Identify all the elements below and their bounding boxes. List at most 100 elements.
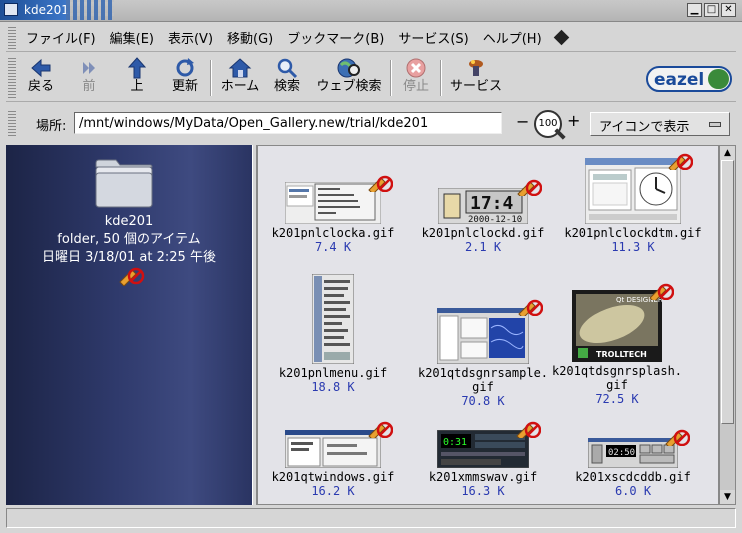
svg-text:TROLLTECH: TROLLTECH xyxy=(596,350,647,359)
locationbar-grip[interactable] xyxy=(8,110,16,136)
stop-button[interactable]: 停止 xyxy=(400,57,432,99)
file-name: k201xscdcddb.gif xyxy=(575,470,691,484)
web-search-button[interactable]: ウェブ検索 xyxy=(314,57,384,99)
file-name: k201xmmswav.gif xyxy=(428,470,538,484)
menu-bar: ファイル(F) 編集(E) 表示(V) 移動(G) ブックマーク(B) サービス… xyxy=(6,24,736,52)
toolbar-separator xyxy=(440,60,442,96)
no-write-emblem-icon xyxy=(518,299,543,316)
file-icon-item[interactable]: k201pnlmenu.gif 18.8 K xyxy=(258,273,408,395)
up-button[interactable]: 上 xyxy=(124,57,150,99)
toolbar-grip[interactable] xyxy=(8,58,16,98)
window-title: kde201 xyxy=(24,3,69,17)
status-bar xyxy=(6,508,736,528)
file-size: 6.0 K xyxy=(614,484,652,498)
menu-help[interactable]: ヘルプ(H) xyxy=(479,28,552,47)
window-menu-icon[interactable] xyxy=(4,3,18,16)
svg-text:0:31: 0:31 xyxy=(443,437,467,448)
back-button[interactable]: 戻る xyxy=(24,57,58,99)
file-size: 7.4 K xyxy=(314,240,352,254)
eazel-logo: eazel xyxy=(646,66,732,92)
file-thumbnail: 02:50 xyxy=(587,429,690,469)
title-bar[interactable]: kde201 ▁ □ ✕ xyxy=(0,0,742,22)
menu-go[interactable]: 移動(G) xyxy=(223,28,283,47)
file-thumbnail xyxy=(584,153,693,225)
reload-icon xyxy=(168,57,202,79)
folder-icon[interactable] xyxy=(92,153,156,211)
file-name: k201pnlclockdtm.gif xyxy=(564,226,702,240)
no-write-emblem-icon xyxy=(517,179,542,196)
vertical-scrollbar[interactable]: ▲ ▼ xyxy=(719,145,736,505)
sidebar-folder-date: 日曜日 3/18/01 at 2:25 午後 xyxy=(42,250,216,265)
menu-file[interactable]: ファイル(F) xyxy=(22,28,106,47)
home-button[interactable]: ホーム xyxy=(216,57,264,99)
file-icon-item[interactable]: 0:31 k201xmmswav.gif 16.3 K xyxy=(408,421,558,499)
window-title-tab[interactable]: kde201 xyxy=(0,0,69,20)
file-icon-item[interactable]: 02:50 k201xscdcddb.gif 6.0 K xyxy=(558,429,708,499)
zoom-out-button[interactable]: − xyxy=(516,112,529,131)
forward-arrow-icon xyxy=(74,57,104,79)
file-icon-item[interactable]: k201pnlclockdtm.gif 11.3 K xyxy=(558,153,708,255)
file-thumbnail: 0:31 xyxy=(436,421,541,469)
file-name-line1: k201qtdsgnrsplash. xyxy=(551,364,683,378)
menubar-grip[interactable] xyxy=(8,27,16,49)
stop-icon xyxy=(400,57,432,79)
menu-services[interactable]: サービス(S) xyxy=(394,28,478,47)
file-icon-item[interactable]: Qt DESIGNER TROLLTECH k201qtdsgnrsplash.… xyxy=(542,283,692,407)
file-thumbnail xyxy=(284,421,393,469)
svg-text:02:50: 02:50 xyxy=(608,448,635,458)
services-label: サービス xyxy=(449,79,502,94)
sidebar: kde201 folder, 50 個のアイテム 日曜日 3/18/01 at … xyxy=(6,145,252,505)
toolbar: 戻る 前 上 更新 ホーム 検索 ウェブ検索 停止 サービス eazel xyxy=(6,54,736,102)
zoom-in-button[interactable]: + xyxy=(567,111,580,130)
search-button[interactable]: 検索 xyxy=(272,57,302,99)
file-name-line1: k201qtdsgnrsample. xyxy=(417,366,549,380)
file-thumbnail: 17:4 2000-12-10 xyxy=(437,179,542,225)
view-as-selector[interactable]: アイコンで表示 xyxy=(590,112,730,136)
file-name: k201pnlclocka.gif xyxy=(271,226,395,240)
close-button[interactable]: ✕ xyxy=(721,3,736,17)
svg-text:2000-12-10: 2000-12-10 xyxy=(468,215,522,224)
svg-text:eazel: eazel xyxy=(654,70,704,90)
stop-label: 停止 xyxy=(402,79,429,94)
web-search-label: ウェブ検索 xyxy=(316,79,382,94)
menu-edit[interactable]: 編集(E) xyxy=(106,28,164,47)
option-menu-indicator-icon xyxy=(709,122,721,127)
file-size: 2.1 K xyxy=(464,240,502,254)
toolbar-separator xyxy=(210,60,212,96)
no-write-emblem-icon xyxy=(665,429,690,446)
scrollbar-thumb[interactable] xyxy=(721,160,734,424)
menu-extra-diamond-icon[interactable] xyxy=(553,29,569,46)
search-label: 検索 xyxy=(273,79,300,94)
file-name-line2: gif xyxy=(606,378,628,392)
no-write-emblem-icon xyxy=(668,153,693,170)
location-bar: 場所: − 100 + アイコンで表示 xyxy=(6,104,736,142)
services-button[interactable]: サービス xyxy=(448,57,504,99)
file-icon-item[interactable]: k201qtwindows.gif 16.2 K xyxy=(258,421,408,499)
reload-button[interactable]: 更新 xyxy=(168,57,202,99)
location-input[interactable] xyxy=(74,112,502,134)
menu-bookmarks[interactable]: ブックマーク(B) xyxy=(283,28,394,47)
scroll-down-arrow-icon[interactable]: ▼ xyxy=(720,490,735,504)
view-as-label: アイコンで表示 xyxy=(599,120,690,135)
file-thumbnail: Qt DESIGNER TROLLTECH xyxy=(572,283,674,362)
file-icon-item[interactable]: k201pnlclocka.gif 7.4 K xyxy=(258,175,408,255)
scroll-up-arrow-icon[interactable]: ▲ xyxy=(720,146,735,160)
forward-button[interactable]: 前 xyxy=(74,57,104,99)
sidebar-folder-name: kde201 xyxy=(104,214,154,229)
maximize-button[interactable]: □ xyxy=(704,3,719,17)
file-size: 16.3 K xyxy=(461,484,505,498)
minimize-button[interactable]: ▁ xyxy=(687,3,702,17)
file-size: 18.8 K xyxy=(311,380,355,394)
home-icon xyxy=(216,57,264,79)
menu-view[interactable]: 表示(V) xyxy=(164,28,223,47)
services-icon xyxy=(448,57,504,79)
icon-view[interactable]: k201pnlclocka.gif 7.4 K 17:4 2000-12-10 … xyxy=(257,145,719,505)
file-icon-item[interactable]: k201qtdsgnrsample. gif 70.8 K xyxy=(408,299,558,409)
back-label: 戻る xyxy=(27,79,54,94)
file-name-line2: gif xyxy=(472,380,494,394)
toolbar-separator xyxy=(390,60,392,96)
file-name: k201pnlclockd.gif xyxy=(421,226,545,240)
file-icon-item[interactable]: 17:4 2000-12-10 k201pnlclockd.gif 2.1 K xyxy=(408,179,558,255)
file-thumbnail xyxy=(311,273,355,365)
search-icon xyxy=(272,57,302,79)
